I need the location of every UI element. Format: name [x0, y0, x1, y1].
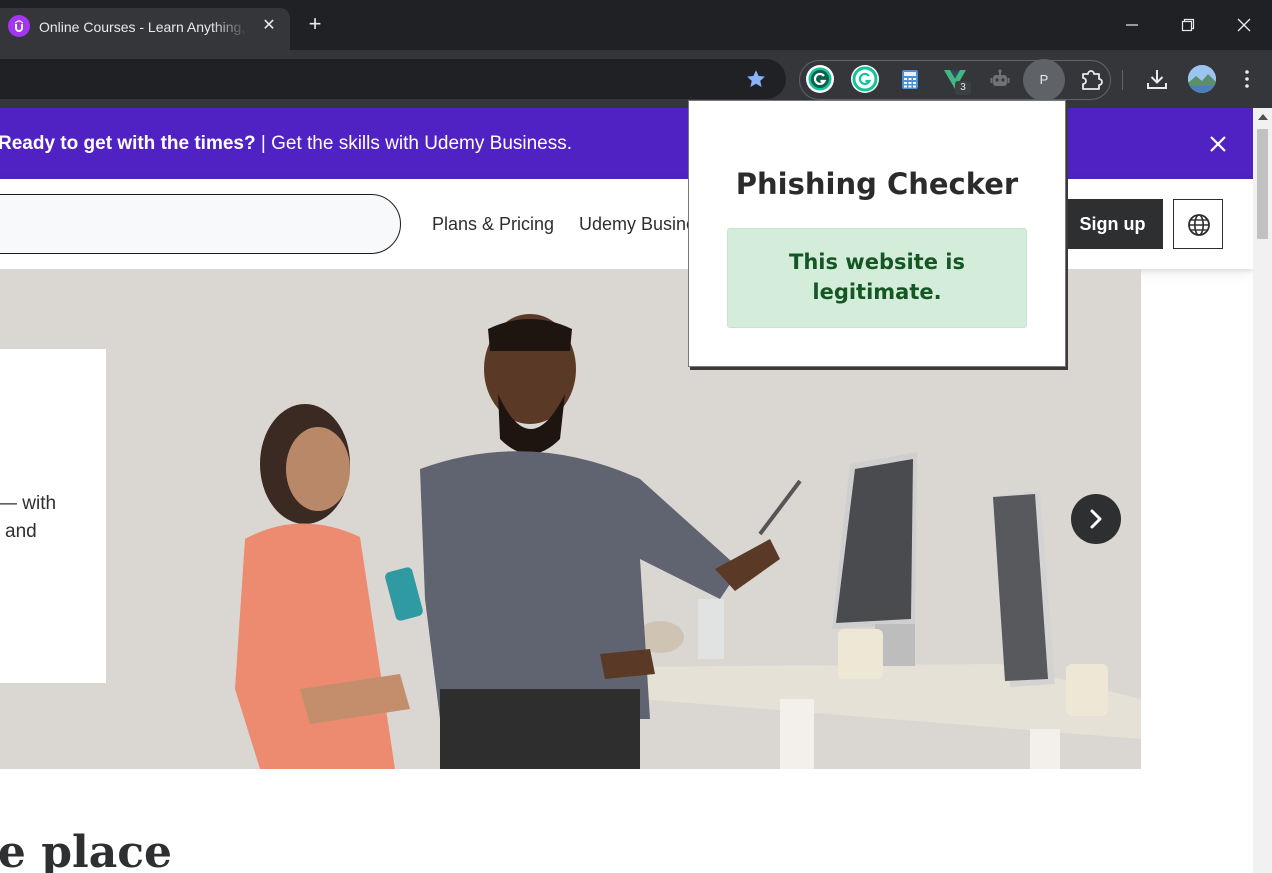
- bookmark-star-icon[interactable]: [745, 68, 767, 90]
- banner-close-icon[interactable]: [1207, 133, 1229, 155]
- chrome-menu-icon[interactable]: [1232, 64, 1262, 94]
- hero-line-2: and: [5, 521, 37, 542]
- result-alert: This website is legitimate.: [727, 228, 1027, 328]
- page-scrollbar[interactable]: [1253, 108, 1272, 873]
- grammarly-go-icon[interactable]: [850, 64, 880, 94]
- carousel-next-button[interactable]: [1071, 494, 1121, 544]
- search-input[interactable]: [0, 194, 401, 254]
- popup-title: Phishing Checker: [735, 167, 1019, 201]
- hero-line-1: — with: [0, 493, 57, 514]
- calculator-icon[interactable]: [895, 64, 925, 94]
- tab-title: Online Courses - Learn Anything, On Your…: [39, 19, 249, 35]
- nav-plans-pricing[interactable]: Plans & Pricing: [432, 213, 554, 235]
- banner-separator: |: [255, 133, 272, 154]
- banner-text[interactable]: Ready to get with the times? | Get the s…: [0, 132, 572, 156]
- tab-strip: Online Courses - Learn Anything, On Your…: [0, 0, 1272, 50]
- robot-icon[interactable]: [985, 64, 1015, 94]
- banner-link-text: Get the skills with Udemy Business.: [271, 133, 573, 154]
- address-bar[interactable]: [0, 59, 786, 99]
- scroll-up-arrow-icon[interactable]: [1258, 114, 1268, 120]
- download-icon[interactable]: [1142, 64, 1172, 94]
- globe-icon: [1188, 214, 1210, 236]
- close-window-button[interactable]: [1216, 0, 1272, 50]
- phishing-checker-popup: Phishing Checker This website is legitim…: [688, 100, 1066, 367]
- browser-tab[interactable]: Online Courses - Learn Anything, On Your…: [0, 8, 290, 50]
- toolbar-divider: [1122, 70, 1123, 90]
- result-text: This website is legitimate.: [789, 250, 965, 304]
- scroll-thumb[interactable]: [1257, 129, 1268, 239]
- extension-badge: 3: [955, 81, 971, 95]
- signup-button[interactable]: Sign up: [1062, 199, 1163, 249]
- chevron-right-icon: [1090, 509, 1102, 529]
- profile-avatar-icon[interactable]: [1188, 65, 1216, 93]
- udemy-favicon-icon: [8, 15, 30, 37]
- puzzle-icon[interactable]: [1076, 64, 1106, 94]
- tab-close-icon[interactable]: ✕: [258, 15, 280, 37]
- section-heading: All the skills you need in one place: [0, 827, 172, 873]
- phishing-checker-profile-icon[interactable]: P: [1023, 59, 1065, 101]
- hero-text-card: — with and: [0, 349, 106, 683]
- minimize-button[interactable]: [1104, 0, 1160, 50]
- language-button[interactable]: [1173, 199, 1223, 249]
- restore-button[interactable]: [1160, 0, 1216, 50]
- grammarly-icon[interactable]: [805, 64, 835, 94]
- new-tab-button[interactable]: +: [302, 12, 328, 38]
- banner-bold-text: Ready to get with the times?: [0, 133, 256, 154]
